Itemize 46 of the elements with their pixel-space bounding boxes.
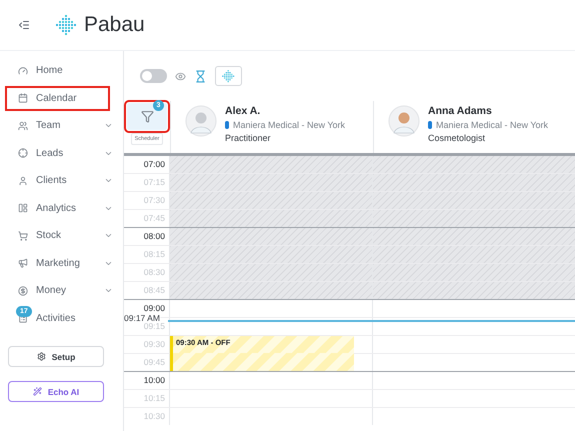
dollar-icon [18,286,28,296]
nav-item[interactable]: Stock [36,230,96,242]
logo-icon [221,68,236,84]
megaphone-icon [18,258,28,268]
wand-icon [32,387,42,396]
nav-item[interactable]: Analytics [36,202,96,214]
time-label: 10:15 [124,390,170,407]
staff-role: Practitioner [225,133,272,143]
brand-name: Pabau [84,13,145,37]
time-label: 10:30 [124,408,170,425]
logo-icon [54,13,78,37]
nav-item[interactable]: Leads [36,148,96,159]
gauge-icon [18,66,28,76]
nav-item[interactable]: Money [36,285,96,296]
hourglass-icon[interactable] [194,70,207,82]
location-icon [428,121,432,129]
current-time-label: 09:17 AM [124,313,160,323]
location-icon [225,121,229,129]
nav-item[interactable]: Activities [36,312,113,324]
cart-icon [18,230,28,241]
echo-ai-button[interactable]: Echo AI [8,381,104,402]
filter-icon [140,110,154,123]
staff-location: Maniera Medical - New York [436,120,548,130]
nav-item[interactable]: Home [36,65,113,76]
layout-icon [18,203,28,214]
avatar-icon [388,105,420,137]
nav-item[interactable]: Team [36,120,96,132]
logo-button[interactable] [215,66,242,86]
crosshair-icon [18,148,28,158]
settings-icon [36,352,46,361]
avatar-icon [185,105,217,137]
toggle-switch[interactable] [140,69,167,83]
setup-button[interactable]: Setup [8,346,104,367]
user-icon [18,176,28,186]
users-icon [18,120,28,131]
menu-icon[interactable] [18,19,30,31]
staff-role: Cosmetologist [428,133,486,143]
nav-item[interactable]: Marketing [36,258,96,269]
staff-location: Maniera Medical - New York [233,120,346,130]
nav-item[interactable]: Clients [36,175,96,186]
calendar-icon [18,93,28,104]
staff-name: Anna Adams [428,105,493,117]
time-label: 10:00 [124,372,170,389]
eye-icon[interactable] [175,70,186,82]
nav-item[interactable]: Calendar [36,92,101,104]
staff-name: Alex A. [225,105,262,117]
